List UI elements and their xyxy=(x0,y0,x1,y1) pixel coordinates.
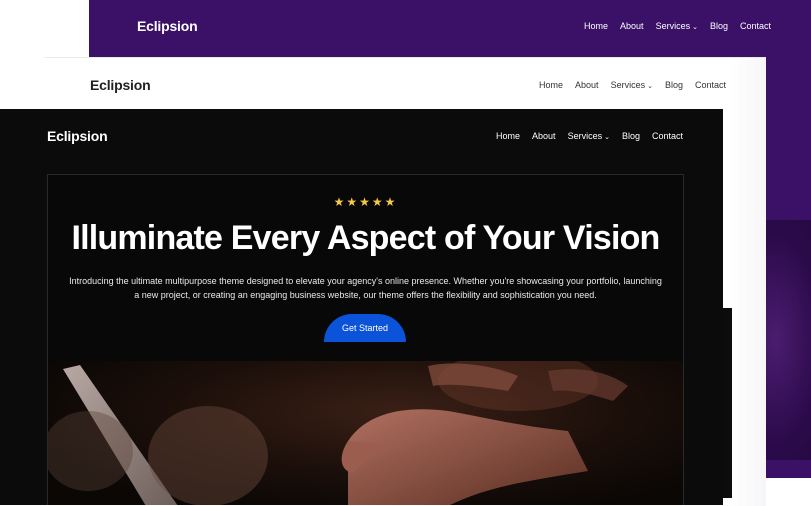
nav-services-label: Services xyxy=(655,21,691,31)
nav-home[interactable]: Home xyxy=(539,80,563,90)
hero-section: ★★★★★ Illuminate Every Aspect of Your Vi… xyxy=(47,174,684,505)
nav-blog[interactable]: Blog xyxy=(622,131,640,141)
hero-image xyxy=(48,361,683,505)
nav-contact[interactable]: Contact xyxy=(652,131,683,141)
chevron-down-icon: ⌄ xyxy=(692,24,698,31)
hero-description: Introducing the ultimate multipurpose th… xyxy=(69,276,662,300)
nav-blog[interactable]: Blog xyxy=(710,21,728,31)
nav-dark: Home About Services ⌄ Blog Contact xyxy=(496,131,683,141)
hand-shape xyxy=(348,409,588,505)
nav-services-label: Services xyxy=(567,131,603,141)
nav-about[interactable]: About xyxy=(620,21,644,31)
nav-purple: Home About Services ⌄ Blog Contact xyxy=(584,21,771,31)
nav-home[interactable]: Home xyxy=(496,131,520,141)
hero-image-illustration xyxy=(48,361,628,505)
nav-about[interactable]: About xyxy=(575,80,599,90)
nav-home[interactable]: Home xyxy=(584,21,608,31)
nav-contact[interactable]: Contact xyxy=(695,80,726,90)
logo-dark[interactable]: Eclipsion xyxy=(47,128,108,144)
header-purple: Eclipsion Home About Services ⌄ Blog Cont… xyxy=(89,0,811,56)
layer-edge-shade xyxy=(730,58,766,506)
get-started-button[interactable]: Get Started xyxy=(324,314,406,342)
logo-purple[interactable]: Eclipsion xyxy=(137,18,198,34)
layer-edge-dark xyxy=(722,308,732,498)
rating-stars-icon: ★★★★★ xyxy=(333,195,398,209)
nav-contact[interactable]: Contact xyxy=(740,21,771,31)
nav-services-label: Services xyxy=(610,80,646,90)
nav-about[interactable]: About xyxy=(532,131,556,141)
nav-services[interactable]: Services ⌄ xyxy=(568,131,610,141)
nav-blog[interactable]: Blog xyxy=(665,80,683,90)
hero-title: Illuminate Every Aspect of Your Vision xyxy=(71,219,660,257)
nav-services[interactable]: Services ⌄ xyxy=(656,21,698,31)
chevron-down-icon: ⌄ xyxy=(604,134,610,141)
nav-services[interactable]: Services ⌄ xyxy=(611,80,653,90)
preview-dark-layout: Eclipsion Home About Services ⌄ Blog Cont… xyxy=(0,109,723,505)
nav-light: Home About Services ⌄ Blog Contact xyxy=(539,80,726,90)
chevron-down-icon: ⌄ xyxy=(647,83,653,90)
logo-light[interactable]: Eclipsion xyxy=(90,77,151,93)
